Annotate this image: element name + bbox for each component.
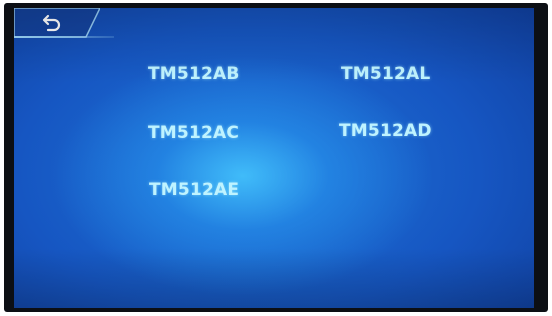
list-item-tm512ae[interactable]: TM512AE (149, 180, 239, 200)
header-divider (14, 36, 114, 38)
list-item-tm512al[interactable]: TM512AL (341, 64, 430, 84)
list-item-tm512ad[interactable]: TM512AD (339, 121, 432, 141)
device-frame: TM512AB TM512AL TM512AC TM512AD TM512AE (0, 0, 552, 316)
back-button[interactable] (14, 8, 100, 38)
list-item-tm512ac[interactable]: TM512AC (148, 123, 239, 143)
display-screen: TM512AB TM512AL TM512AC TM512AD TM512AE (14, 8, 534, 308)
list-item-tm512ab[interactable]: TM512AB (148, 64, 240, 84)
back-arrow-icon (42, 14, 61, 32)
